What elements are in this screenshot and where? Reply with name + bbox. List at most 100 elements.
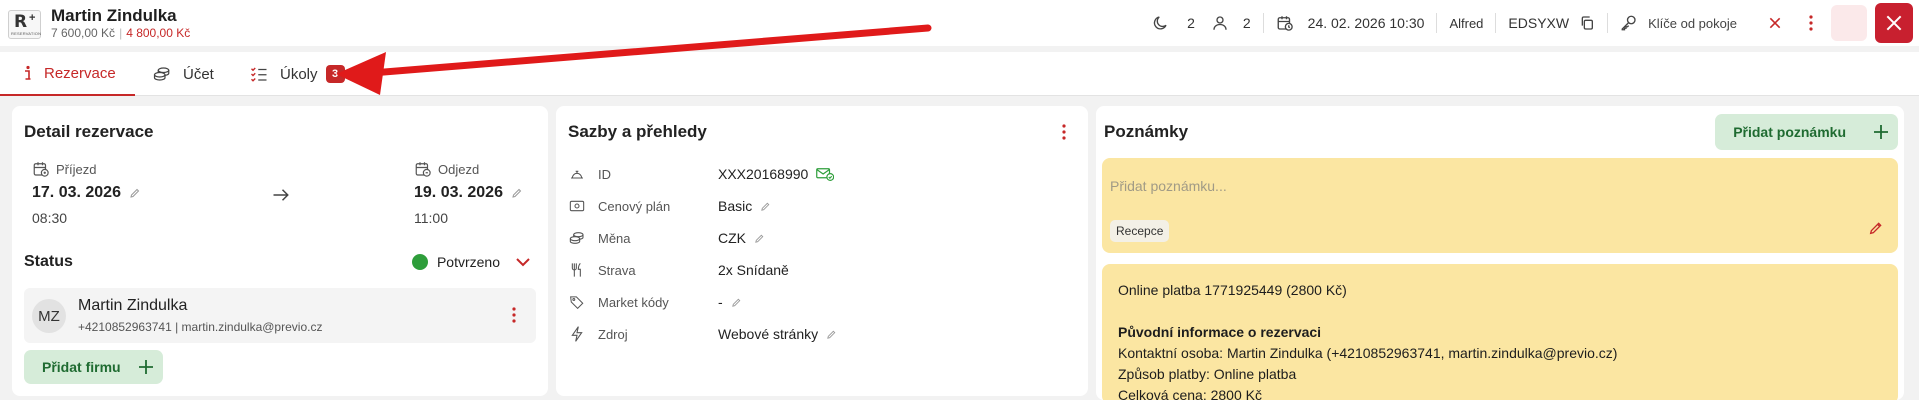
status-value: Potvrzeno: [436, 254, 500, 270]
rate-label: Zdroj: [598, 326, 628, 342]
guest-card[interactable]: MZ Martin Zindulka +4210852963741 | mart…: [24, 288, 536, 343]
guest-more-button[interactable]: [502, 303, 526, 327]
person-icon: [1211, 14, 1229, 32]
add-note-button[interactable]: Přidat poznámku: [1715, 114, 1898, 150]
close-panel-button[interactable]: [1875, 3, 1913, 43]
amount-due: 4 800,00 Kč: [126, 26, 191, 40]
rate-value-row[interactable]: Webové stránky: [718, 326, 837, 342]
rate-value-row[interactable]: CZK: [718, 230, 765, 246]
night-mode-toggle[interactable]: [1151, 14, 1169, 32]
new-note-box[interactable]: Přidat poznámku... Recepce: [1102, 158, 1898, 253]
tasks-count-badge: 3: [325, 65, 345, 83]
arrival-date-row[interactable]: 17. 03. 2026: [32, 184, 141, 202]
rate-row-market-codes: Market kódy -: [568, 292, 1076, 312]
reservation-code: EDSYXW: [1508, 15, 1570, 31]
status-label: Status: [24, 253, 73, 270]
bell-icon: [568, 167, 586, 181]
tab-label: Účet: [183, 65, 214, 83]
tab-rezervace[interactable]: Rezervace: [0, 52, 135, 96]
avatar: MZ: [32, 299, 66, 333]
note-heading: Původní informace o rezervaci: [1118, 324, 1322, 340]
cancel-reservation-button[interactable]: [1763, 11, 1787, 35]
tab-ukoly[interactable]: Úkoly 3: [250, 52, 345, 96]
card-title: Detail rezervace: [24, 122, 154, 141]
header-divider: [1607, 13, 1609, 33]
pencil-icon: [1868, 220, 1884, 236]
pencil-icon: [752, 201, 771, 212]
tab-bar: Rezervace Účet Úkoly 3: [0, 52, 1919, 96]
rate-value-row: XXX20168990: [718, 166, 835, 182]
adults-count: 2: [1187, 15, 1195, 31]
more-vertical-icon: [1809, 15, 1813, 31]
departure-block: Odjezd 19. 03. 2026 11:00: [414, 160, 523, 226]
calendar-in-icon: [32, 160, 56, 178]
more-vertical-icon: [1062, 124, 1066, 140]
status-dropdown[interactable]: Potvrzeno: [411, 254, 536, 270]
departure-date: 19. 03. 2026: [414, 184, 503, 201]
bolt-icon: [568, 326, 586, 342]
arrival-time: 08:30: [32, 210, 68, 226]
email-verified-icon[interactable]: [808, 167, 835, 181]
header-more-button[interactable]: [1799, 11, 1823, 35]
copy-icon[interactable]: [1579, 15, 1595, 31]
note-line: Kontaktní osoba: Martin Zindulka (+42108…: [1118, 345, 1618, 361]
guest-contact: +4210852963741 | martin.zindulka@previo.…: [78, 320, 323, 334]
rate-value-row[interactable]: -: [718, 294, 742, 310]
pencil-icon: [746, 233, 765, 244]
calendar-clock-icon[interactable]: [1276, 14, 1294, 32]
note-category-chip[interactable]: Recepce: [1110, 220, 1170, 242]
guest-name: Martin Zindulka: [78, 297, 188, 314]
header-toolbar: 2 2 24. 02. 2026 10:30 Alfred EDSYXW Klí…: [1151, 0, 1919, 46]
panel-menu-button[interactable]: [1831, 5, 1867, 41]
pencil-icon: [121, 187, 141, 199]
header-divider: [1262, 13, 1264, 33]
add-note-label: Přidat poznámku: [1733, 124, 1846, 140]
room-keys-button[interactable]: Klíče od pokoje: [1620, 14, 1737, 32]
note-input-placeholder[interactable]: Přidat poznámku...: [1110, 178, 1227, 194]
more-vertical-icon: [512, 307, 516, 323]
tab-ucet[interactable]: Účet: [153, 52, 214, 96]
header-amounts: 7 600,00 Kč | 4 800,00 Kč: [51, 26, 190, 41]
note-item: Online platba 1771925449 (2800 Kč) Původ…: [1102, 264, 1898, 400]
rate-value-row[interactable]: Basic: [718, 198, 771, 214]
guests-count: 2: [1242, 15, 1251, 31]
tab-label: Úkoly: [280, 65, 318, 83]
money-icon: [568, 199, 586, 213]
logo-plus: +: [29, 12, 36, 24]
rates-more-button[interactable]: [1052, 120, 1076, 144]
reservation-datetime: 24. 02. 2026 10:30: [1307, 15, 1425, 31]
add-company-button[interactable]: Přidat firmu: [24, 350, 163, 384]
top-header: R + RESERVATION Martin Zindulka 7 600,00…: [0, 0, 1919, 46]
departure-time: 11:00: [414, 210, 448, 226]
cutlery-icon: [568, 262, 586, 278]
pencil-icon: [503, 187, 523, 199]
add-company-label: Přidat firmu: [42, 359, 121, 375]
rate-row-board: Strava 2x Snídaně: [568, 260, 1076, 280]
moon-icon: [1151, 14, 1169, 32]
rate-label: Market kódy: [598, 294, 669, 310]
note-line: Způsob platby: Online platba: [1118, 366, 1297, 382]
edit-note-button[interactable]: [1868, 220, 1884, 236]
rate-label: Měna: [598, 230, 631, 246]
logo-letter: R: [14, 12, 28, 32]
rate-row-price-plan: Cenový plán Basic: [568, 196, 1076, 216]
calendar-out-icon: [414, 160, 438, 178]
departure-label: Odjezd: [438, 161, 480, 177]
rates-overview-card: Sazby a přehledy ID XXX20168990 Cenový p…: [556, 106, 1088, 396]
logo-subtitle: RESERVATION: [11, 31, 42, 36]
board-value: 2x Snídaně: [718, 262, 789, 278]
app-logo[interactable]: R + RESERVATION: [8, 10, 41, 39]
rate-row-currency: Měna CZK: [568, 228, 1076, 248]
arrival-block: Příjezd 17. 03. 2026 08:30: [32, 160, 141, 226]
reservation-id: XXX20168990: [718, 166, 809, 182]
info-icon: [24, 65, 44, 81]
status-dot: [411, 254, 428, 270]
source-value: Webové stránky: [718, 326, 819, 342]
reservation-detail-card: Detail rezervace Příjezd 17. 03. 2026 08…: [12, 106, 548, 396]
departure-date-row[interactable]: 19. 03. 2026: [414, 184, 523, 202]
rate-row-source: Zdroj Webové stránky: [568, 324, 1076, 344]
arrow-right-icon: [272, 188, 290, 202]
amount-separator: |: [119, 26, 123, 40]
header-divider: [1436, 13, 1438, 33]
card-title: Poznámky: [1104, 122, 1189, 141]
